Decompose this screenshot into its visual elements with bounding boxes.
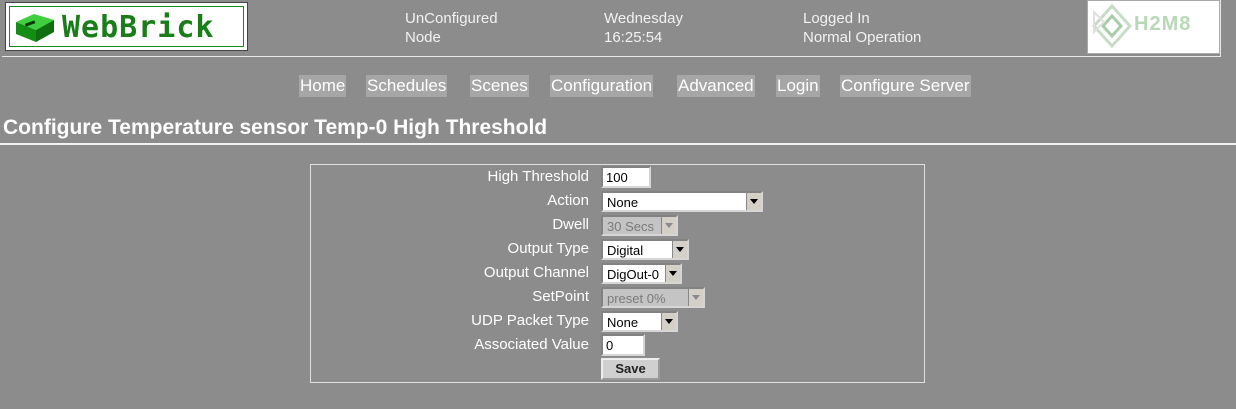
diamond-icon bbox=[1091, 3, 1133, 49]
action-label: Action bbox=[547, 192, 589, 209]
nav-schedules[interactable]: Schedules bbox=[366, 75, 448, 97]
header-bar: WebBrick UnConfigured Node Wednesday 16:… bbox=[2, 0, 1221, 57]
page-title: Configure Temperature sensor Temp-0 High… bbox=[3, 116, 548, 139]
nav-configure-server[interactable]: Configure Server bbox=[840, 75, 971, 97]
setpoint-label: SetPoint bbox=[532, 288, 589, 305]
chevron-down-icon bbox=[688, 289, 703, 306]
title-divider bbox=[0, 143, 1236, 145]
udp-packet-type-select-value: None bbox=[607, 315, 639, 330]
clock-day: Wednesday bbox=[604, 10, 683, 27]
login-status: Logged In Normal Operation bbox=[803, 9, 921, 47]
udp-packet-type-label: UDP Packet Type bbox=[471, 312, 589, 329]
chevron-down-icon[interactable] bbox=[672, 241, 687, 258]
udp-packet-type-select[interactable]: None bbox=[601, 311, 678, 332]
login-status-text: Logged In bbox=[803, 10, 870, 27]
chevron-down-icon[interactable] bbox=[661, 313, 676, 330]
logo-text: WebBrick bbox=[62, 10, 215, 45]
nav-configuration[interactable]: Configuration bbox=[550, 75, 654, 97]
output-channel-select[interactable]: DigOut-0 bbox=[601, 263, 682, 284]
setpoint-select-value: preset 0% bbox=[607, 291, 666, 306]
output-channel-label: Output Channel bbox=[483, 264, 589, 281]
save-button[interactable]: Save bbox=[601, 358, 660, 380]
webbrick-logo-frame: WebBrick bbox=[9, 6, 244, 47]
clock-time: 16:25:54 bbox=[604, 29, 663, 46]
action-select[interactable]: None bbox=[601, 191, 763, 212]
chevron-down-icon bbox=[661, 217, 676, 234]
associated-value-input[interactable] bbox=[601, 334, 645, 356]
associated-value-label: Associated Value bbox=[474, 336, 589, 353]
high-threshold-label: High Threshold bbox=[487, 168, 589, 185]
chevron-down-icon[interactable] bbox=[665, 265, 680, 282]
output-type-select[interactable]: Digital bbox=[601, 239, 689, 260]
dwell-select: 30 Secs bbox=[601, 215, 678, 236]
main-nav: Home Schedules Scenes Configuration Adva… bbox=[0, 75, 1236, 99]
nav-scenes[interactable]: Scenes bbox=[470, 75, 529, 97]
output-type-label: Output Type bbox=[507, 240, 589, 257]
chevron-down-icon[interactable] bbox=[746, 193, 761, 210]
operation-status-text: Normal Operation bbox=[803, 29, 922, 46]
brick-icon bbox=[16, 14, 54, 42]
dwell-select-value: 30 Secs bbox=[607, 219, 654, 234]
output-channel-select-value: DigOut-0 bbox=[607, 267, 660, 282]
node-status-line2: Node bbox=[405, 29, 441, 46]
setpoint-select: preset 0% bbox=[601, 287, 705, 308]
nav-login[interactable]: Login bbox=[776, 75, 820, 97]
clock: Wednesday 16:25:54 bbox=[604, 9, 683, 47]
node-status: UnConfigured Node bbox=[405, 9, 498, 47]
output-type-select-value: Digital bbox=[607, 243, 644, 258]
action-select-value: None bbox=[607, 195, 639, 210]
high-threshold-input[interactable] bbox=[601, 166, 651, 188]
node-status-line1: UnConfigured bbox=[405, 10, 498, 27]
webbrick-logo: WebBrick bbox=[5, 2, 248, 51]
dwell-label: Dwell bbox=[552, 216, 589, 233]
nav-home[interactable]: Home bbox=[299, 75, 347, 97]
nav-advanced[interactable]: Advanced bbox=[677, 75, 755, 97]
h2m8-logo: H2M8 bbox=[1087, 0, 1220, 54]
h2m8-logo-text: H2M8 bbox=[1134, 13, 1192, 35]
